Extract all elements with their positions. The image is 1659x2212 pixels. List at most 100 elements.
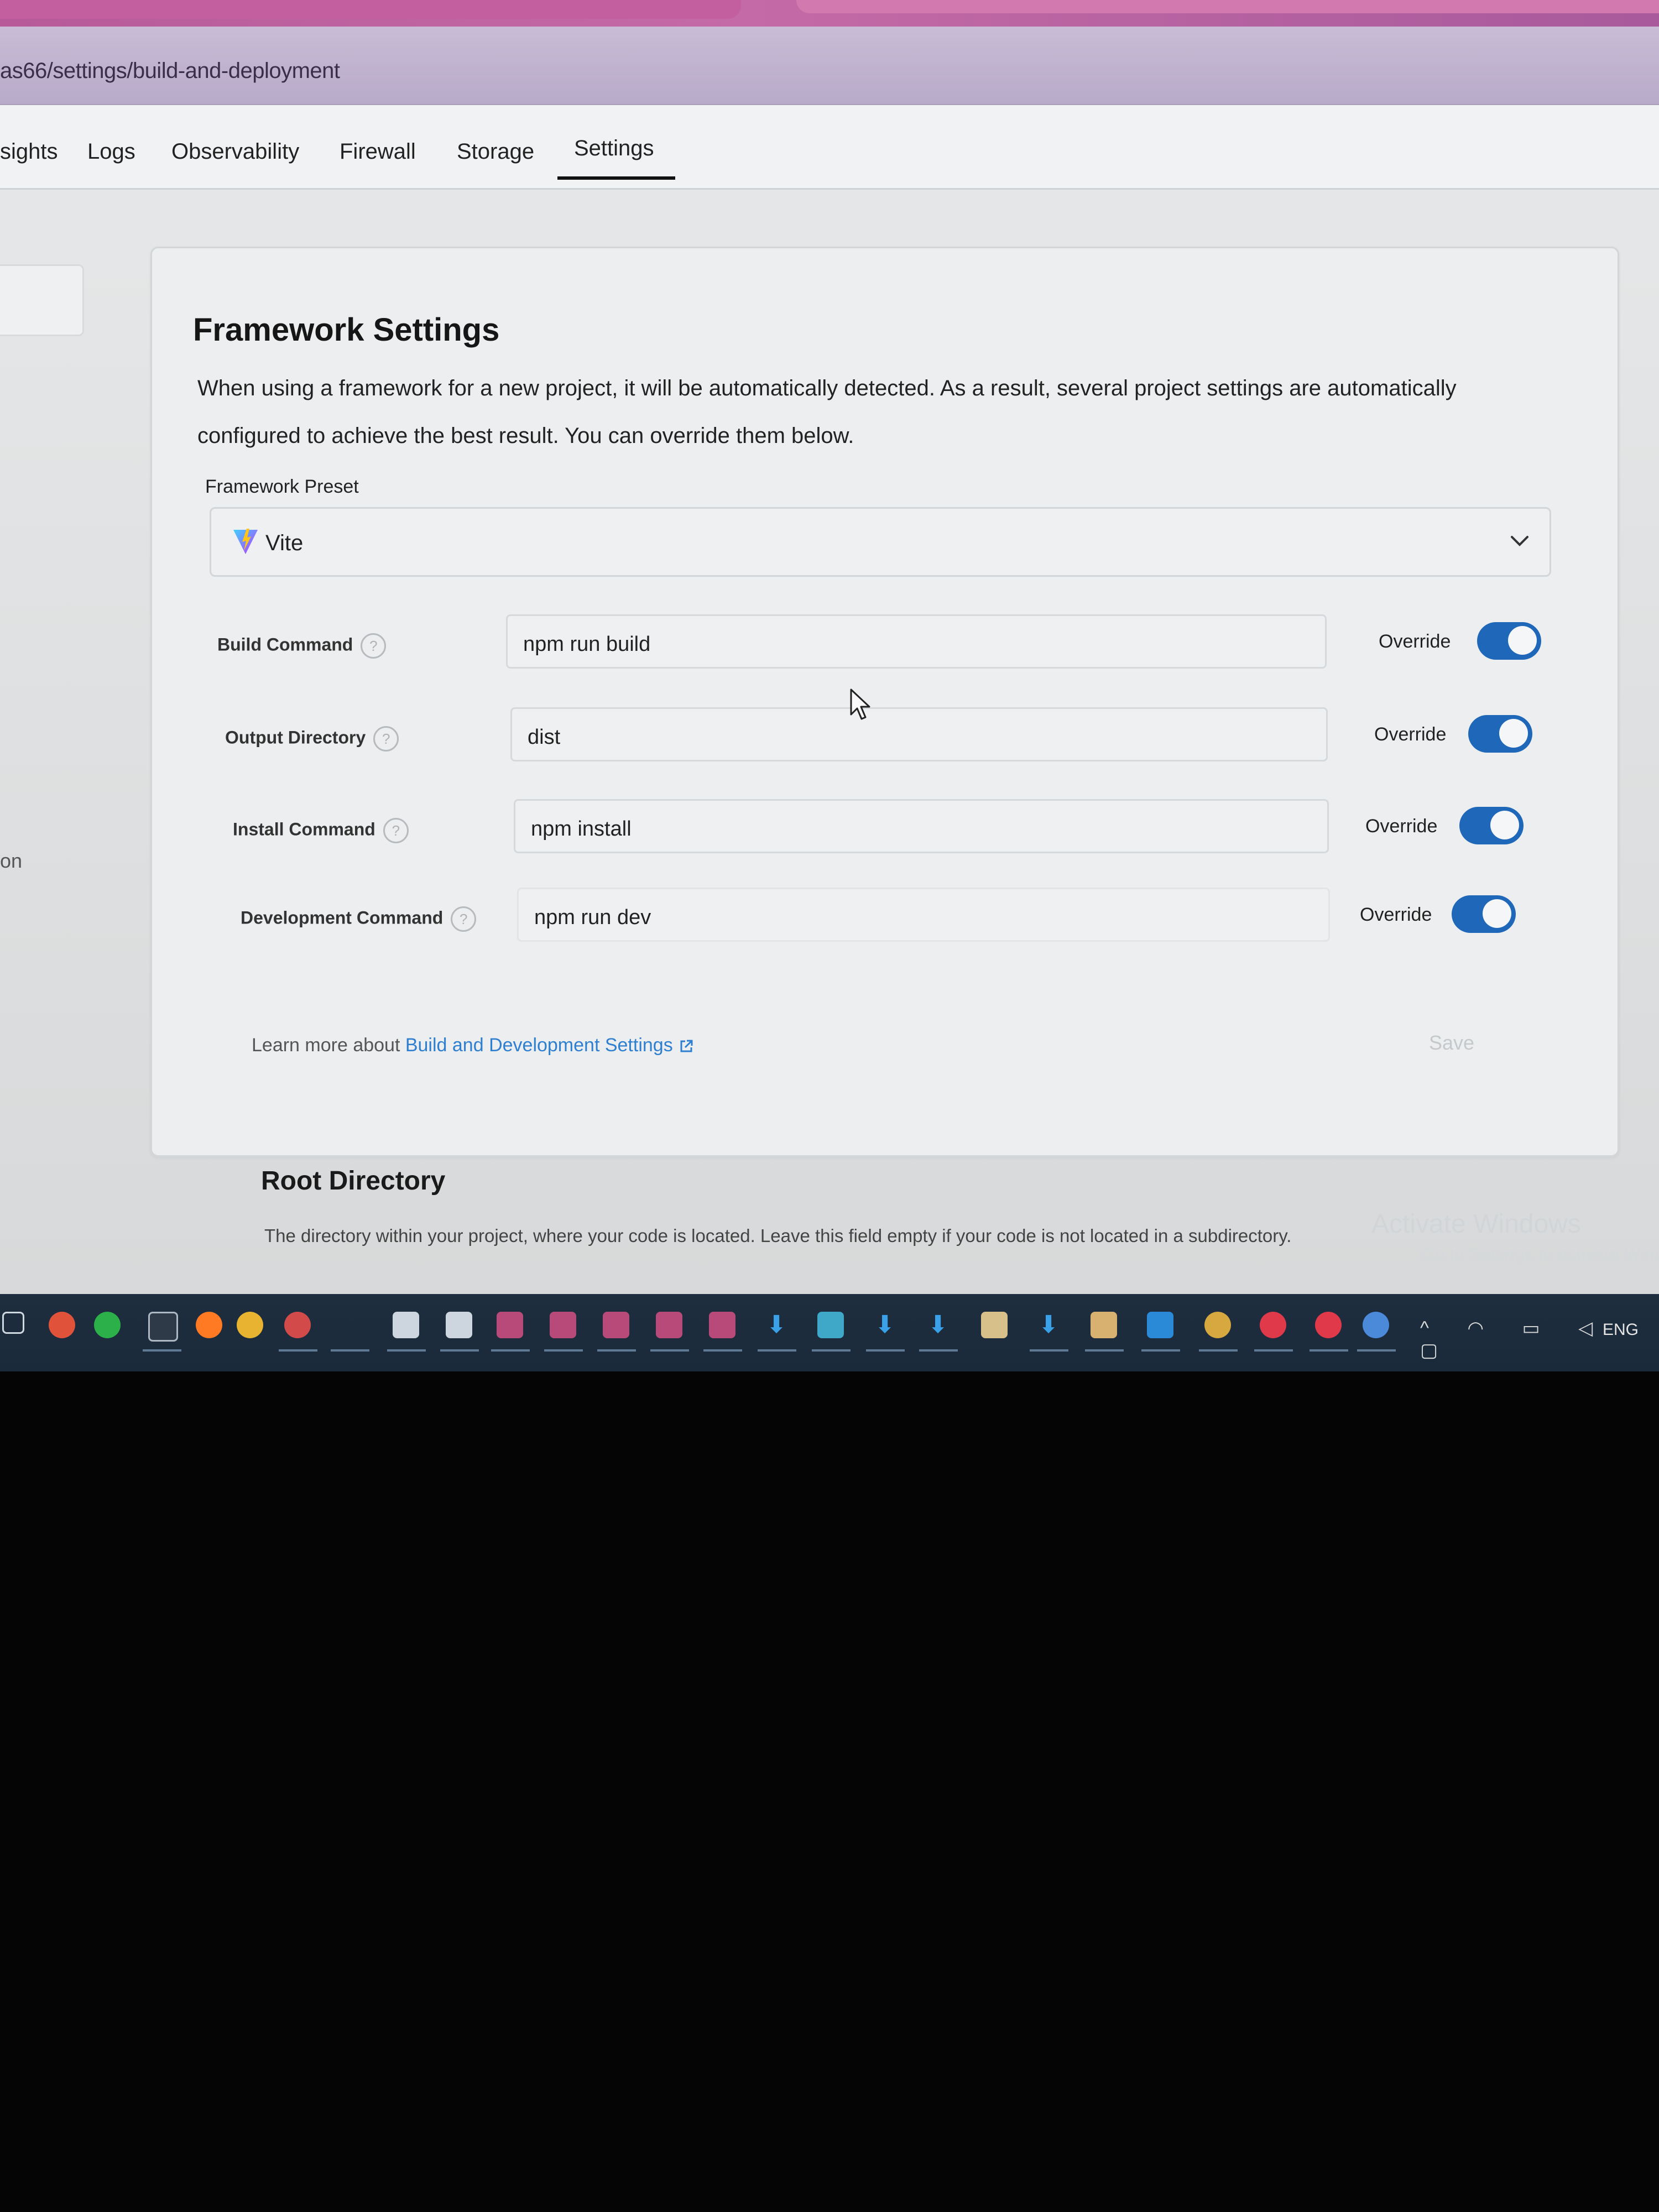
row-label-text: Build Command xyxy=(217,634,353,655)
section-description: When using a framework for a new project… xyxy=(197,376,1457,448)
app-icon[interactable] xyxy=(49,1312,75,1338)
download-icon[interactable]: ⬇ xyxy=(925,1312,951,1338)
chrome-icon[interactable] xyxy=(1204,1312,1231,1338)
chrome-profile-icon[interactable] xyxy=(1363,1312,1389,1338)
terminal-icon[interactable] xyxy=(148,1312,178,1342)
screen: as66/settings/build-and-deployment ⋮ sig… xyxy=(0,0,1659,1371)
url-text[interactable]: as66/settings/build-and-deployment xyxy=(0,59,340,84)
sidebar-search-box[interactable] xyxy=(0,264,84,336)
notepad-icon[interactable] xyxy=(446,1312,472,1338)
root-directory-title: Root Directory xyxy=(261,1166,446,1196)
taskbar-indicator xyxy=(143,1349,181,1352)
opera-icon[interactable] xyxy=(1315,1312,1342,1338)
taskbar-indicator xyxy=(866,1349,905,1352)
external-link-icon[interactable] xyxy=(679,1039,694,1054)
opera-icon[interactable] xyxy=(1260,1312,1286,1338)
taskbar-indicator xyxy=(1254,1349,1293,1352)
output-directory-input[interactable]: dist xyxy=(510,707,1328,761)
taskbar-indicator xyxy=(758,1349,796,1352)
save-button[interactable]: Save xyxy=(1396,1024,1507,1062)
install-command-input[interactable]: npm install xyxy=(514,799,1329,853)
tab-logs[interactable]: Logs xyxy=(87,139,135,164)
taskbar-indicator xyxy=(703,1349,742,1352)
chevron-down-icon xyxy=(1511,536,1528,546)
notepad-icon[interactable] xyxy=(393,1312,419,1338)
development-command-label: Development Command? xyxy=(241,906,477,932)
language-indicator[interactable]: ENG xyxy=(1603,1321,1639,1339)
build-command-input[interactable]: npm run build xyxy=(506,614,1327,669)
whatsapp-icon[interactable] xyxy=(94,1312,121,1338)
taskbar-indicator xyxy=(387,1349,426,1352)
tab-insights[interactable]: sights xyxy=(0,139,58,164)
vite-logo-icon xyxy=(233,529,258,554)
taskbar-indicator xyxy=(1199,1349,1238,1352)
archive-icon[interactable] xyxy=(656,1312,682,1338)
toggle-knob xyxy=(1499,719,1528,748)
toggle-knob xyxy=(1508,626,1537,655)
chrome-profile-icon[interactable] xyxy=(284,1312,311,1338)
development-command-input[interactable]: npm run dev xyxy=(517,888,1330,942)
tab-storage[interactable]: Storage xyxy=(457,139,534,164)
archive-icon[interactable] xyxy=(709,1312,735,1338)
address-bar[interactable]: as66/settings/build-and-deployment ⋮ xyxy=(0,27,1659,106)
tab-firewall[interactable]: Firewall xyxy=(340,139,416,164)
archive-icon[interactable] xyxy=(603,1312,629,1338)
build-command-override-toggle[interactable] xyxy=(1477,622,1541,660)
taskbar-indicator xyxy=(331,1349,369,1352)
kebab-menu-icon[interactable]: ⋮ xyxy=(1650,60,1659,82)
help-icon[interactable]: ? xyxy=(451,906,477,932)
archive-icon[interactable] xyxy=(497,1312,523,1338)
taskbar-indicator xyxy=(1030,1349,1068,1352)
development-command-override-toggle[interactable] xyxy=(1452,895,1516,933)
vscode-icon[interactable] xyxy=(1147,1312,1173,1338)
help-icon[interactable]: ? xyxy=(383,818,409,843)
install-command-row: Install Command? npm install Override xyxy=(233,799,1549,860)
taskbar-indicator xyxy=(1141,1349,1180,1352)
toggle-knob xyxy=(1483,899,1511,928)
browser-tab-strip xyxy=(0,0,1659,27)
output-directory-override-toggle[interactable] xyxy=(1468,715,1532,753)
sidebar-item-fragment[interactable]: on xyxy=(0,849,22,873)
browser-tab[interactable] xyxy=(0,0,741,19)
download-icon[interactable]: ⬇ xyxy=(763,1312,790,1338)
taskbar-indicator xyxy=(279,1349,317,1352)
browser-tab[interactable] xyxy=(796,0,1659,13)
toggle-knob xyxy=(1490,811,1519,839)
chrome-icon[interactable] xyxy=(237,1312,263,1338)
app-icon[interactable] xyxy=(817,1312,844,1338)
build-settings-docs-link[interactable]: Build and Development Settings xyxy=(405,1035,673,1056)
taskbar-indicator xyxy=(491,1349,530,1352)
help-icon[interactable]: ? xyxy=(373,726,399,752)
section-title: Framework Settings xyxy=(193,312,500,348)
download-icon[interactable]: ⬇ xyxy=(872,1312,898,1338)
download-icon[interactable]: ⬇ xyxy=(1035,1312,1062,1338)
taskbar-indicator xyxy=(1085,1349,1124,1352)
framework-settings-card: Framework Settings When using a framewor… xyxy=(150,247,1619,1157)
override-label: Override xyxy=(1360,904,1432,925)
mouse-cursor-icon xyxy=(850,688,870,720)
tab-settings[interactable]: Settings xyxy=(557,136,675,180)
project-nav: sights Logs Observability Firewall Stora… xyxy=(0,105,1659,190)
tab-observability[interactable]: Observability xyxy=(171,139,299,164)
windows-taskbar: ⬇ ⬇ ⬇ ⬇ ^ ◠ ▭ ◁ ▢ ENG xyxy=(0,1294,1659,1371)
help-icon[interactable]: ? xyxy=(361,633,387,659)
framework-preset-value: Vite xyxy=(265,531,304,555)
framework-preset-select[interactable]: Vite xyxy=(210,507,1551,577)
activate-windows-subtitle: Go to Settings to activate Windows. xyxy=(1421,1244,1659,1264)
override-label: Override xyxy=(1379,631,1451,652)
row-label-text: Output Directory xyxy=(225,727,366,748)
file-icon[interactable] xyxy=(981,1312,1008,1338)
firefox-icon[interactable] xyxy=(196,1312,222,1338)
output-directory-row: Output Directory? dist Override xyxy=(225,707,1552,768)
row-label-text: Development Command xyxy=(241,907,444,928)
archive-icon[interactable] xyxy=(550,1312,576,1338)
install-command-override-toggle[interactable] xyxy=(1459,807,1524,844)
task-view-icon[interactable] xyxy=(2,1312,24,1334)
build-command-label: Build Command? xyxy=(217,633,387,659)
taskbar-indicator xyxy=(812,1349,851,1352)
app-icon[interactable] xyxy=(1091,1312,1117,1338)
taskbar-indicator xyxy=(919,1349,958,1352)
taskbar-indicator xyxy=(1357,1349,1396,1352)
install-command-label: Install Command? xyxy=(233,818,409,843)
root-directory-description: The directory within your project, where… xyxy=(264,1225,1292,1246)
